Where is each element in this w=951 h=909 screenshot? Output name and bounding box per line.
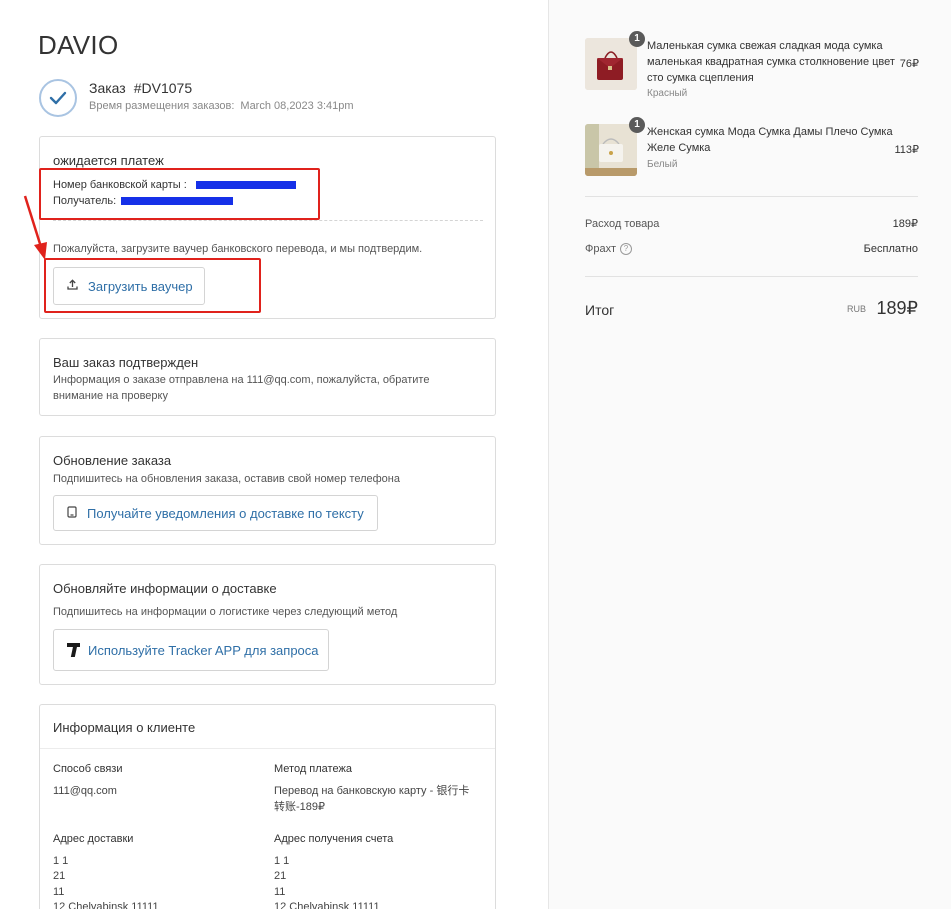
total-label: Итог (585, 302, 615, 318)
product-variant: Белый (647, 159, 678, 170)
order-updates-card: Обновление заказа Подпишитесь на обновле… (39, 436, 496, 545)
divider (53, 220, 483, 221)
billing-line-2: 21 (274, 870, 287, 882)
billing-line-1: 1 1 (274, 855, 290, 867)
customer-info-card: Информация о клиенте Способ связи 111@qq… (39, 704, 496, 909)
check-icon (39, 79, 77, 117)
delivery-title: Обновляйте информации о доставке (53, 581, 277, 596)
shipping-cost-label: Фрахт (585, 243, 617, 255)
checkout-page: DAVIO Заказ #DV1075 Время размещения зака… (0, 0, 951, 909)
upload-hint: Пожалуйста, загрузите ваучер банковского… (53, 243, 423, 255)
shipping-line-2: 21 (53, 870, 66, 882)
shipping-line-4: 12 Chelyabinsk 11111 (53, 901, 159, 909)
highlight-box-upload (44, 258, 261, 313)
order-status-panel: DAVIO Заказ #DV1075 Время размещения зака… (0, 0, 548, 909)
highlight-box-bank-details (39, 168, 320, 220)
help-icon[interactable]: ? (620, 243, 633, 256)
subtotal-value: 189₽ (892, 218, 918, 230)
shipping-cost-value: Бесплатно (863, 243, 918, 255)
contact-label: Способ связи (53, 763, 123, 775)
product-thumbnail[interactable] (585, 38, 637, 90)
payment-method-line-2: 转账-189₽ (274, 801, 326, 813)
product-name: Маленькая сумка свежая сладкая мода сумк… (647, 40, 895, 84)
payment-method-line-1: Перевод на банковскую карту - 银行卡 (274, 785, 470, 797)
shipping-line-1: 1 1 (53, 855, 69, 867)
order-time: Время размещения заказов: March 08,2023 3… (89, 100, 354, 112)
shipping-address-label: Адрес доставки (53, 833, 134, 845)
product-name: Женская сумка Мода Сумка Дамы Плечо Сумк… (647, 126, 893, 154)
sms-notify-button[interactable]: Получайте уведомления о доставке по текс… (53, 495, 378, 531)
billing-line-3: 11 (274, 886, 286, 898)
shipping-line-3: 11 (53, 886, 65, 898)
order-confirmed-card: Ваш заказ подтвержден Информация о заказ… (39, 338, 496, 416)
billing-address-label: Адрес получения счета (274, 833, 394, 845)
annotation-arrow-icon (23, 195, 47, 260)
tracker-app-label: Используйте Tracker APP для запроса (88, 642, 319, 658)
payment-pending-card: ожидается платеж Номер банковской карты … (39, 136, 496, 319)
updates-text: Подпишитесь на обновления заказа, остави… (53, 473, 400, 485)
cart-item: 1 Маленькая сумка свежая сладкая мода су… (585, 31, 925, 99)
updates-title: Обновление заказа (53, 453, 172, 468)
tracker-app-icon (67, 642, 81, 658)
confirmed-text: Информация о заказе отправлена на 111@qq… (53, 374, 430, 402)
cart-item: 1 Женская сумка Мода Сумка Дамы Плечо Су… (585, 117, 925, 179)
quantity-badge: 1 (629, 117, 645, 133)
contact-value: 111@qq.com (53, 785, 117, 797)
order-number: #DV1075 (133, 80, 193, 96)
store-logo[interactable]: DAVIO (38, 30, 118, 61)
total-value: 189₽ (876, 298, 918, 318)
sms-notify-label: Получайте уведомления о доставке по текс… (87, 505, 364, 521)
tracker-app-button[interactable]: Используйте Tracker APP для запроса (53, 629, 329, 671)
product-price: 76₽ (899, 58, 919, 70)
shipping-cost-row: Фрахт? (585, 243, 633, 256)
product-price: 113₽ (894, 144, 919, 156)
order-summary-panel: 1 Маленькая сумка свежая сладкая мода су… (548, 0, 951, 909)
payment-status-title: ожидается платеж (53, 153, 164, 168)
quantity-badge: 1 (629, 31, 645, 47)
phone-icon (67, 505, 77, 521)
subtotal-label: Расход товара (585, 218, 660, 230)
divider (585, 196, 918, 197)
order-header: Заказ #DV1075 Время размещения заказов: Ma… (39, 79, 499, 119)
customer-info-header: Информация о клиенте (40, 705, 495, 749)
product-thumbnail[interactable] (585, 124, 637, 176)
confirmed-title: Ваш заказ подтвержден (53, 355, 199, 370)
delivery-info-card: Обновляйте информации о доставке Подпиши… (39, 564, 496, 685)
product-variant: Красный (647, 88, 688, 99)
delivery-text: Подпишитесь на информации о логистике че… (53, 606, 398, 618)
divider (585, 276, 918, 277)
order-title: Заказ #DV1075 (89, 80, 193, 96)
customer-info-title: Информация о клиенте (53, 720, 196, 735)
payment-method-label: Метод платежа (274, 763, 352, 775)
billing-line-4: 12 Chelyabinsk 11111 (274, 901, 380, 909)
total-currency: RUB (846, 304, 866, 314)
